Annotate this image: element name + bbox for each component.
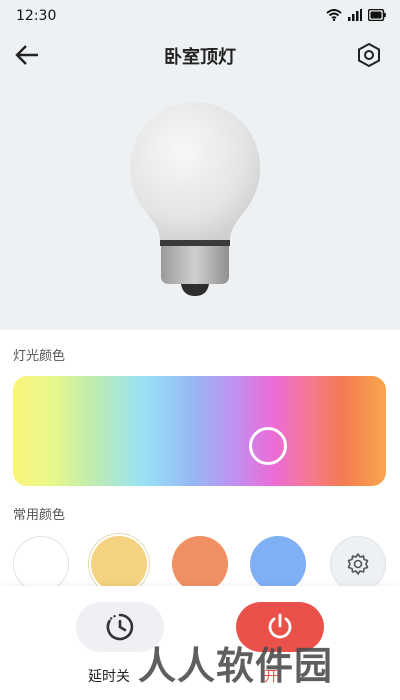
watermark-text: 人人软件园 <box>138 644 334 688</box>
light-color-label: 灯光颜色 <box>13 349 66 364</box>
common-color-swatches <box>0 530 400 592</box>
status-time: 12:30 <box>16 8 57 24</box>
timer-icon <box>106 613 134 641</box>
wifi-icon <box>326 9 342 21</box>
page-title: 卧室顶灯 <box>164 47 236 68</box>
swatch-white[interactable] <box>13 536 69 592</box>
swatch-warm-yellow[interactable] <box>91 536 147 592</box>
swatch-orange[interactable] <box>172 536 228 592</box>
common-colors-label: 常用颜色 <box>13 508 66 523</box>
status-bar: 12:30 <box>0 0 400 34</box>
light-bulb-image <box>130 102 260 296</box>
gear-icon <box>347 553 369 575</box>
signal-icon <box>348 9 362 21</box>
hexagon-settings-icon <box>358 42 380 68</box>
header: 卧室顶灯 <box>0 34 400 76</box>
battery-icon <box>368 9 386 21</box>
color-spectrum-picker[interactable] <box>13 376 386 486</box>
custom-color-button[interactable] <box>330 536 386 592</box>
color-picker-handle[interactable] <box>249 427 287 465</box>
swatch-blue[interactable] <box>250 536 306 592</box>
device-settings-button[interactable] <box>356 42 382 68</box>
status-icons <box>326 9 386 21</box>
timer-off-label: 延时关 <box>88 669 130 685</box>
